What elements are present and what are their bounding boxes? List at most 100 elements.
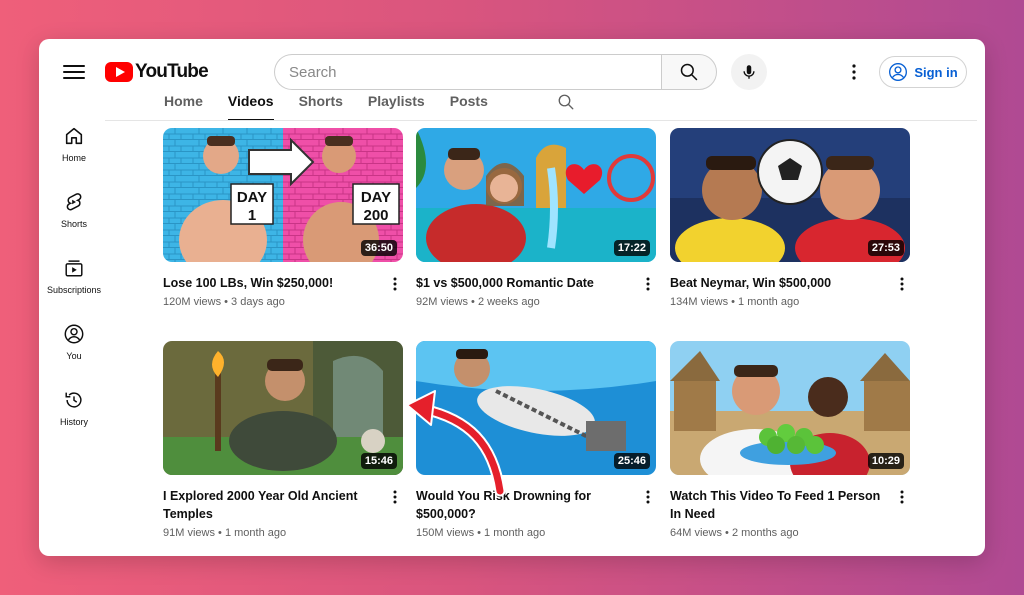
more-vertical-icon xyxy=(393,490,397,504)
video-card: 15:46 I Explored 2000 Year Old Ancient T… xyxy=(163,341,403,539)
sidebar-item-history[interactable]: History xyxy=(39,375,109,441)
video-stats: 91M views • 1 month ago xyxy=(163,527,287,539)
sidebar-item-label: Shorts xyxy=(60,219,87,229)
video-card: 17:22 $1 vs $500,000 Romantic Date 92M v… xyxy=(416,128,656,308)
tab-playlists[interactable]: Playlists xyxy=(368,89,425,121)
video-thumbnail[interactable]: 17:22 xyxy=(416,128,656,262)
channel-tabs: Home Videos Shorts Playlists Posts xyxy=(164,89,575,121)
video-title[interactable]: Would You Risk Drowning for $500,000? xyxy=(416,487,634,523)
video-thumbnail[interactable]: DAY 1 DAY 200 36:50 xyxy=(163,128,403,262)
voice-search-button[interactable] xyxy=(731,54,767,90)
sidebar-item-you[interactable]: You xyxy=(39,309,109,375)
account-circle-icon xyxy=(889,63,908,81)
you-icon xyxy=(64,324,84,344)
view-count: 150M views xyxy=(416,527,475,539)
view-count: 64M views xyxy=(670,527,722,539)
video-thumbnail[interactable]: 10:29 xyxy=(670,341,910,475)
sign-in-label: Sign in xyxy=(914,64,958,80)
sidebar-item-subscriptions[interactable]: Subscriptions xyxy=(39,243,109,309)
more-vertical-icon xyxy=(900,277,904,291)
view-count: 92M views xyxy=(416,296,468,308)
video-card: 10:29 Watch This Video To Feed 1 Person … xyxy=(670,341,910,539)
upload-age: 1 month ago xyxy=(738,296,800,308)
video-duration: 36:50 xyxy=(360,240,397,256)
video-menu-button[interactable] xyxy=(894,489,910,505)
search-button[interactable] xyxy=(661,54,717,90)
tab-posts[interactable]: Posts xyxy=(450,89,488,121)
more-vertical-icon xyxy=(852,64,856,80)
video-duration: 17:22 xyxy=(613,240,650,256)
video-title[interactable]: I Explored 2000 Year Old Ancient Temples xyxy=(163,487,381,523)
sidebar-item-label: Subscriptions xyxy=(46,285,102,295)
video-duration: 10:29 xyxy=(867,453,904,469)
search-icon xyxy=(558,94,574,110)
browser-window: YouTube Sign in Home Videos Shorts Playl… xyxy=(39,39,985,556)
youtube-logo[interactable]: YouTube xyxy=(105,61,209,83)
upload-age: 2 weeks ago xyxy=(477,296,540,308)
sidebar-item-home[interactable]: Home xyxy=(39,111,109,177)
search-bar xyxy=(274,54,717,90)
video-thumbnail[interactable]: 15:46 xyxy=(163,341,403,475)
tab-shorts[interactable]: Shorts xyxy=(299,89,343,121)
tabs-divider xyxy=(105,120,977,121)
video-thumbnail[interactable]: 27:53 xyxy=(670,128,910,262)
view-count: 91M views xyxy=(163,527,215,539)
more-vertical-icon xyxy=(393,277,397,291)
microphone-icon xyxy=(743,65,755,79)
sidebar-item-shorts[interactable]: Shorts xyxy=(39,177,109,243)
video-card: DAY 1 DAY 200 36:50 Lose 100 LBs, Win $2… xyxy=(163,128,403,308)
view-count: 120M views xyxy=(163,296,222,308)
video-meta: Would You Risk Drowning for $500,000? 15… xyxy=(416,475,656,539)
upload-age: 3 days ago xyxy=(231,296,285,308)
view-count: 134M views xyxy=(670,296,729,308)
video-duration: 15:46 xyxy=(360,453,397,469)
upload-age: 2 months ago xyxy=(731,527,799,539)
search-icon xyxy=(680,63,698,81)
shorts-icon xyxy=(66,193,82,211)
video-card: 25:46 Would You Risk Drowning for $500,0… xyxy=(416,341,656,539)
sign-in-button[interactable]: Sign in xyxy=(879,56,967,88)
video-menu-button[interactable] xyxy=(640,489,656,505)
upload-age: 1 month ago xyxy=(484,527,546,539)
svg-text:DAY: DAY xyxy=(237,189,267,206)
menu-icon[interactable] xyxy=(63,61,85,83)
svg-text:200: 200 xyxy=(363,207,388,224)
settings-more-button[interactable] xyxy=(843,61,865,83)
video-duration: 27:53 xyxy=(867,240,904,256)
video-menu-button[interactable] xyxy=(387,489,403,505)
video-stats: 150M views • 1 month ago xyxy=(416,527,546,539)
video-meta: I Explored 2000 Year Old Ancient Temples… xyxy=(163,475,403,539)
video-meta: Beat Neymar, Win $500,000 134M views • 1… xyxy=(670,262,910,308)
sidebar-item-label: History xyxy=(59,417,88,427)
more-vertical-icon xyxy=(900,490,904,504)
more-vertical-icon xyxy=(646,277,650,291)
video-menu-button[interactable] xyxy=(387,276,403,292)
video-menu-button[interactable] xyxy=(640,276,656,292)
video-stats: 134M views • 1 month ago xyxy=(670,296,800,308)
more-vertical-icon xyxy=(646,490,650,504)
video-title[interactable]: $1 vs $500,000 Romantic Date xyxy=(416,274,634,292)
video-title[interactable]: Beat Neymar, Win $500,000 xyxy=(670,274,888,292)
home-icon xyxy=(65,127,83,145)
video-card: 27:53 Beat Neymar, Win $500,000 134M vie… xyxy=(670,128,910,308)
channel-search-button[interactable] xyxy=(557,89,575,116)
svg-text:DAY: DAY xyxy=(361,189,391,206)
sidebar-item-label: You xyxy=(66,351,82,361)
youtube-play-icon xyxy=(105,62,133,82)
mini-guide: Home Shorts Subscriptions You History xyxy=(39,111,109,441)
video-meta: $1 vs $500,000 Romantic Date 92M views •… xyxy=(416,262,656,308)
subscriptions-icon xyxy=(65,260,83,277)
video-meta: Lose 100 LBs, Win $250,000! 120M views •… xyxy=(163,262,403,308)
video-menu-button[interactable] xyxy=(894,276,910,292)
svg-text:1: 1 xyxy=(248,207,256,224)
video-thumbnail[interactable]: 25:46 xyxy=(416,341,656,475)
history-icon xyxy=(65,392,82,408)
video-stats: 92M views • 2 weeks ago xyxy=(416,296,540,308)
video-stats: 64M views • 2 months ago xyxy=(670,527,799,539)
video-title[interactable]: Watch This Video To Feed 1 Person In Nee… xyxy=(670,487,888,523)
tab-home[interactable]: Home xyxy=(164,89,203,121)
search-input[interactable] xyxy=(274,54,661,90)
video-stats: 120M views • 3 days ago xyxy=(163,296,285,308)
tab-videos[interactable]: Videos xyxy=(227,89,274,121)
video-title[interactable]: Lose 100 LBs, Win $250,000! xyxy=(163,274,381,292)
